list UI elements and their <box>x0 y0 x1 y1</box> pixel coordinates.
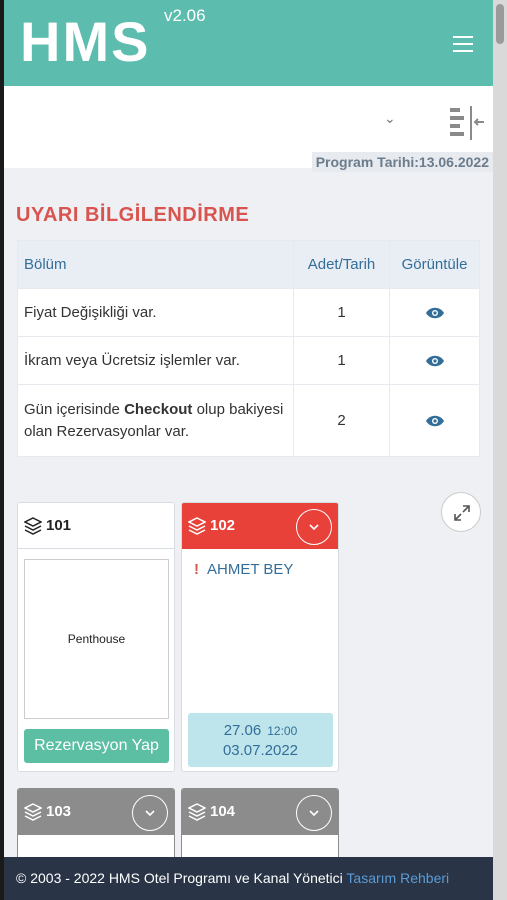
row-count: 2 <box>293 384 390 457</box>
layers-icon <box>188 517 206 535</box>
chevron-down-icon <box>309 524 319 531</box>
room-number: 101 <box>46 517 72 534</box>
design-guide-link[interactable]: Tasarım Rehberi <box>346 870 449 886</box>
room-card-header: 102 <box>182 503 338 549</box>
chevron-down-icon[interactable]: ⌄ <box>384 110 396 127</box>
scrollbar-thumb[interactable] <box>496 4 504 44</box>
expand-button[interactable] <box>441 492 481 532</box>
layers-icon <box>188 803 206 821</box>
top-header: HMS v2.06 <box>4 0 493 86</box>
table-header-row: Bölüm Adet/Tarih Görüntüle <box>17 240 480 289</box>
version-label: v2.06 <box>164 6 206 25</box>
col-bolum: Bölüm <box>17 240 294 289</box>
chevron-down-icon <box>145 810 155 817</box>
room-options-button[interactable] <box>132 795 168 831</box>
eye-icon[interactable] <box>425 414 445 428</box>
alert-icon: ! <box>194 561 199 578</box>
layers-icon <box>24 803 42 821</box>
stay-dates: 27.06 12:00 03.07.2022 <box>188 713 333 767</box>
room-number: 103 <box>46 803 72 820</box>
room-card-header: 103 <box>18 789 174 835</box>
table-row: İkram veya Ücretsiz işlemler var. 1 <box>17 336 480 385</box>
collapse-sidebar-icon[interactable] <box>446 104 486 144</box>
col-adet-tarih: Adet/Tarih <box>293 240 390 289</box>
row-count: 1 <box>293 336 390 385</box>
warnings-table: Bölüm Adet/Tarih Görüntüle Fiyat Değişik… <box>17 240 480 457</box>
checkin-time: 12:00 <box>267 724 298 738</box>
footer: © 2003 - 2022 HMS Otel Programı ve Kanal… <box>4 857 493 900</box>
row-text: İkram veya Ücretsiz işlemler var. <box>17 336 294 385</box>
layers-icon <box>24 517 42 535</box>
room-card-header: 101 <box>18 503 174 549</box>
row-count: 1 <box>293 288 390 337</box>
expand-icon <box>454 505 470 521</box>
checkout-date: 03.07.2022 <box>222 742 299 759</box>
room-options-button[interactable] <box>296 795 332 831</box>
row-text: Fiyat Değişikliği var. <box>17 288 294 337</box>
guest-name[interactable]: ! AHMET BEY <box>194 561 293 578</box>
app-frame: HMS v2.06 ⌄ Program Tarihi:13.06.2022 UY… <box>4 0 493 900</box>
room-card-101[interactable]: 101 Penthouse Rezervasyon Yap <box>17 502 175 772</box>
table-row: Gün içerisinde Checkout olup bakiyesi ol… <box>17 384 480 457</box>
room-card-102[interactable]: 102 ! AHMET BEY 27.06 12:00 03.07.2022 <box>181 502 339 772</box>
eye-icon[interactable] <box>425 354 445 368</box>
make-reservation-button[interactable]: Rezervasyon Yap <box>24 729 169 763</box>
room-number: 102 <box>210 517 236 534</box>
room-number: 104 <box>210 803 236 820</box>
room-options-button[interactable] <box>296 509 332 545</box>
warnings-title: UYARI BİLGİLENDİRME <box>16 204 250 226</box>
checkin-date: 27.06 <box>223 722 262 739</box>
chevron-down-icon <box>309 810 319 817</box>
footer-copyright: © 2003 - 2022 HMS Otel Programı ve Kanal… <box>16 870 347 886</box>
program-date: Program Tarihi:13.06.2022 <box>311 152 493 172</box>
app-logo: HMS <box>20 10 151 73</box>
menu-icon[interactable] <box>453 36 473 52</box>
col-goruntule: Görüntüle <box>389 240 480 289</box>
room-card-header: 104 <box>182 789 338 835</box>
scrollbar[interactable] <box>493 0 507 900</box>
room-type: Penthouse <box>24 559 169 719</box>
row-text: Gün içerisinde Checkout olup bakiyesi ol… <box>17 384 294 457</box>
table-row: Fiyat Değişikliği var. 1 <box>17 288 480 337</box>
eye-icon[interactable] <box>425 306 445 320</box>
